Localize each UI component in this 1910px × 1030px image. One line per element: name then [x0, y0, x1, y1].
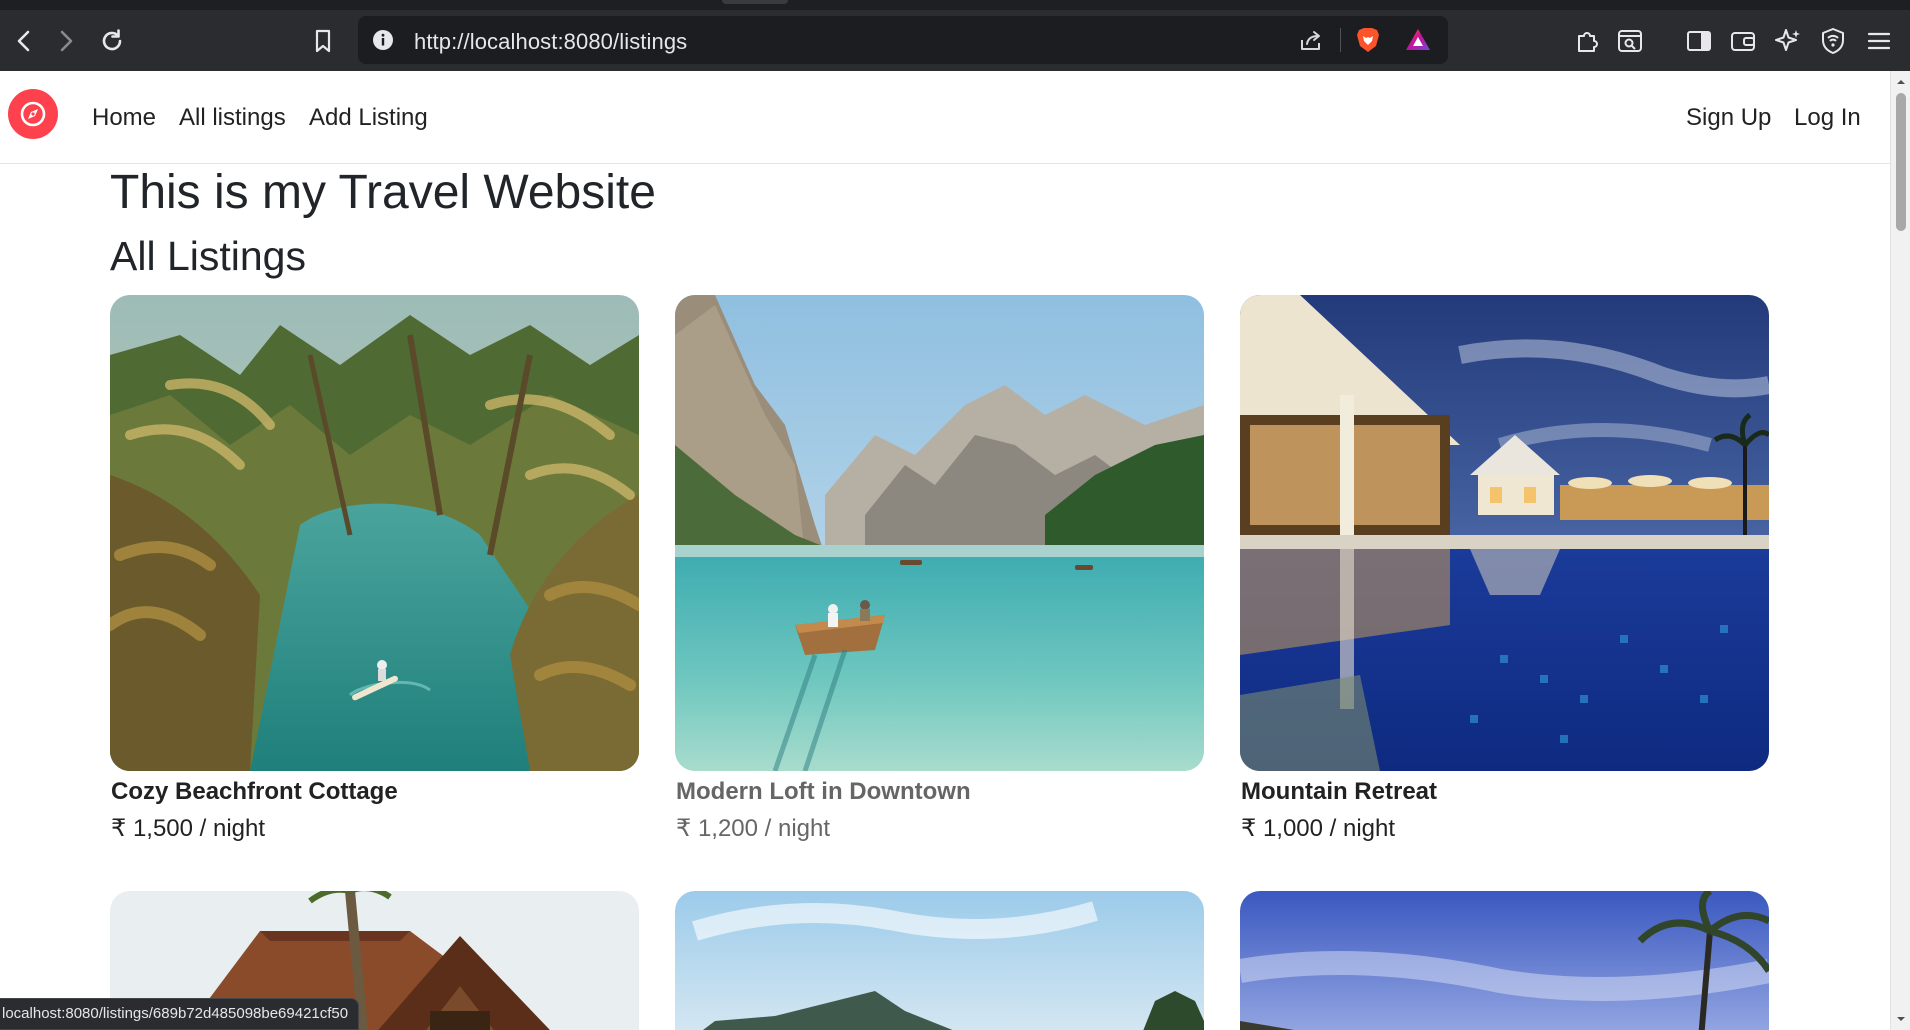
sidebar-icon[interactable]: [1680, 22, 1718, 60]
share-icon[interactable]: [1296, 25, 1326, 55]
listing-image[interactable]: [675, 891, 1204, 1030]
listing-title[interactable]: Cozy Beachfront Cottage: [111, 778, 398, 806]
nav-all-listings-link[interactable]: All listings: [179, 104, 286, 132]
nav-sign-up-link[interactable]: Sign Up: [1686, 104, 1771, 132]
hamburger-menu-icon[interactable]: [1860, 22, 1898, 60]
listing-price: ₹ 1,200 / night: [676, 815, 831, 842]
page-scrollbar[interactable]: [1890, 71, 1910, 1030]
listing-image[interactable]: [1240, 891, 1769, 1030]
nav-add-listing-link[interactable]: Add Listing: [309, 104, 428, 132]
divider: [1340, 28, 1341, 52]
rewards-triangle-icon[interactable]: [1402, 24, 1434, 56]
url-text[interactable]: http://localhost:8080/listings: [414, 29, 687, 55]
scroll-up-icon[interactable]: [1896, 77, 1906, 87]
info-icon[interactable]: [368, 25, 398, 55]
wallet-icon[interactable]: [1724, 22, 1762, 60]
listing-title[interactable]: Modern Loft in Downtown: [676, 778, 971, 806]
nav-home-link[interactable]: Home: [92, 104, 156, 132]
bookmark-icon[interactable]: [304, 22, 342, 60]
site-navbar: Home All listings Add Listing Sign Up Lo…: [0, 71, 1890, 164]
back-arrow-icon[interactable]: [5, 22, 43, 60]
browser-tab-strip: [0, 0, 1910, 10]
scroll-down-icon[interactable]: [1896, 1014, 1906, 1024]
section-title: All Listings: [110, 233, 306, 279]
link-status-bubble: localhost:8080/listings/689b72d485098be6…: [0, 998, 360, 1030]
listing-price: ₹ 1,000 / night: [1241, 815, 1396, 842]
listing-price: ₹ 1,500 / night: [111, 815, 266, 842]
listing-image[interactable]: [1240, 295, 1769, 771]
page-search-icon[interactable]: [1611, 22, 1649, 60]
sparkle-icon[interactable]: [1769, 22, 1807, 60]
reload-icon[interactable]: [93, 22, 131, 60]
nav-log-in-link[interactable]: Log In: [1794, 104, 1861, 132]
compass-icon[interactable]: [8, 89, 58, 139]
browser-toolbar: http://localhost:8080/listings: [0, 10, 1910, 71]
listing-title[interactable]: Mountain Retreat: [1241, 778, 1437, 806]
vpn-shield-icon[interactable]: [1814, 22, 1852, 60]
listing-image[interactable]: [675, 295, 1204, 771]
brave-lion-icon[interactable]: [1352, 24, 1384, 56]
forward-arrow-icon[interactable]: [47, 22, 85, 60]
browser-tab[interactable]: [722, 0, 788, 4]
puzzle-icon[interactable]: [1568, 22, 1606, 60]
page-title: This is my Travel Website: [110, 166, 656, 219]
scrollbar-thumb[interactable]: [1896, 93, 1906, 231]
address-bar[interactable]: http://localhost:8080/listings: [358, 16, 1448, 64]
web-page: Home All listings Add Listing Sign Up Lo…: [0, 71, 1890, 1030]
listing-image[interactable]: [110, 295, 639, 771]
